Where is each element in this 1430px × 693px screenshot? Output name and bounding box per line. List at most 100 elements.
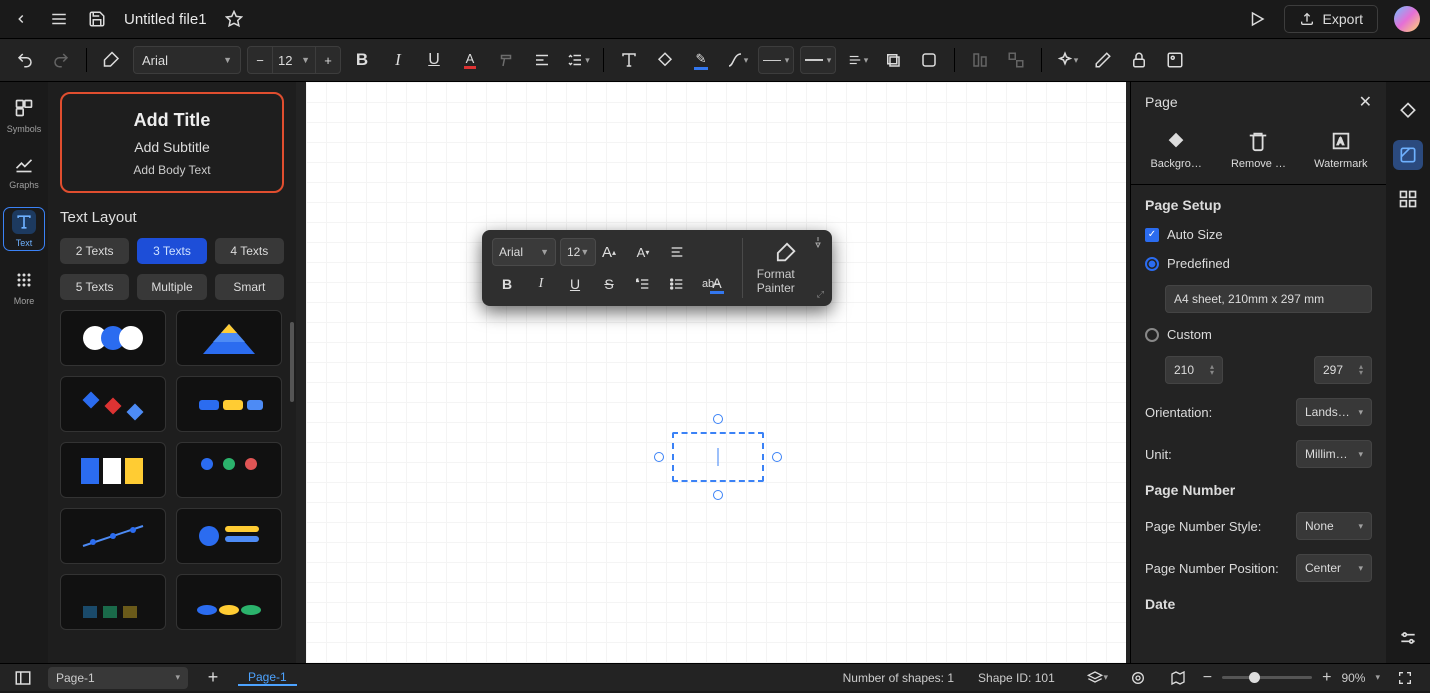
add-title-button[interactable]: Add Title <box>134 110 211 131</box>
rail-text[interactable]: Text <box>4 208 44 250</box>
zoom-slider[interactable] <box>1222 676 1312 679</box>
zoom-value[interactable]: 90% <box>1341 671 1365 685</box>
predefined-row[interactable]: Predefined <box>1145 256 1372 271</box>
settings-button[interactable] <box>1393 623 1423 653</box>
italic-button[interactable]: I <box>383 45 413 75</box>
undo-button[interactable] <box>10 45 40 75</box>
increase-font-button[interactable]: + <box>315 46 341 74</box>
chip-5-texts[interactable]: 5 Texts <box>60 274 129 300</box>
group-button[interactable] <box>1001 45 1031 75</box>
predefined-radio[interactable] <box>1145 257 1159 271</box>
menu-button[interactable] <box>48 8 70 30</box>
layout-thumb[interactable] <box>60 376 166 432</box>
ctx-underline[interactable]: U <box>560 270 590 298</box>
ctx-bold[interactable]: B <box>492 270 522 298</box>
ctx-align[interactable] <box>662 238 692 266</box>
ctx-ordered-list[interactable]: 1 <box>628 270 658 298</box>
back-button[interactable] <box>10 8 32 30</box>
page-tab[interactable]: Page-1 <box>238 670 297 686</box>
predefined-select[interactable]: A4 sheet, 210mm x 297 mm <box>1165 285 1372 313</box>
resize-handle-e[interactable] <box>772 452 782 462</box>
selected-textbox[interactable] <box>672 432 764 482</box>
play-icon[interactable] <box>1246 8 1268 30</box>
tab-watermark[interactable]: A Watermark <box>1300 130 1382 170</box>
chip-3-texts[interactable]: 3 Texts <box>137 238 206 264</box>
layout-thumb[interactable] <box>60 574 166 630</box>
ctx-decrease-font[interactable]: A▾ <box>628 238 658 266</box>
save-icon[interactable] <box>86 8 108 30</box>
layout-thumb[interactable] <box>60 310 166 366</box>
auto-size-row[interactable]: ✓ Auto Size <box>1145 227 1372 242</box>
format-painter-button[interactable] <box>97 45 127 75</box>
custom-row[interactable]: Custom <box>1145 327 1372 342</box>
chip-smart[interactable]: Smart <box>215 274 284 300</box>
font-size-field[interactable]: 12 ▼ <box>273 46 315 74</box>
orientation-select[interactable]: Lands…▾ <box>1296 398 1372 426</box>
bold-button[interactable]: B <box>347 45 377 75</box>
layers-status-button[interactable]: ▾ <box>1083 663 1113 693</box>
tab-remove[interactable]: Remove … <box>1218 130 1300 170</box>
clear-format-button[interactable] <box>491 45 521 75</box>
align-objects-button[interactable] <box>965 45 995 75</box>
panel-toggle-button[interactable] <box>8 663 38 693</box>
ctx-increase-font[interactable]: A▴ <box>594 238 624 266</box>
page-select[interactable]: Page-1▾ <box>48 667 188 689</box>
layout-thumb[interactable] <box>176 376 282 432</box>
layout-thumb[interactable] <box>176 574 282 630</box>
fullscreen-button[interactable] <box>1390 663 1420 693</box>
chip-multiple[interactable]: Multiple <box>137 274 206 300</box>
tab-background[interactable]: Backgro… <box>1135 130 1217 170</box>
ctx-strike[interactable]: S <box>594 270 624 298</box>
layout-thumb[interactable] <box>176 442 282 498</box>
line-height-button[interactable]: ▾ <box>563 45 593 75</box>
page-height-field[interactable]: 297▴▾ <box>1314 356 1372 384</box>
close-panel-button[interactable]: ✕ <box>1359 92 1372 112</box>
auto-size-checkbox[interactable]: ✓ <box>1145 228 1159 242</box>
layout-thumb[interactable] <box>60 508 166 564</box>
scrollbar[interactable] <box>290 322 294 402</box>
expand-icon[interactable]: ⤢ <box>817 289 824 300</box>
chip-2-texts[interactable]: 2 Texts <box>60 238 129 264</box>
ai-button[interactable]: ▾ <box>1052 45 1082 75</box>
chip-4-texts[interactable]: 4 Texts <box>215 238 284 264</box>
rail-more[interactable]: More <box>4 268 44 306</box>
font-color-button[interactable]: A <box>455 45 485 75</box>
connector-button[interactable]: ▾ <box>722 45 752 75</box>
layers-button[interactable] <box>1160 45 1190 75</box>
ctx-font-color[interactable]: A <box>702 270 732 298</box>
lock-button[interactable] <box>1124 45 1154 75</box>
ctx-font-family[interactable]: Arial▼ <box>492 238 556 266</box>
radius-button[interactable] <box>914 45 944 75</box>
redo-button[interactable] <box>46 45 76 75</box>
arrow-style-button[interactable]: ▾ <box>842 45 872 75</box>
grid-view-button[interactable] <box>1393 184 1423 214</box>
pin-icon[interactable] <box>812 236 824 248</box>
layout-thumb[interactable] <box>176 310 282 366</box>
canvas-area[interactable]: Arial▼ 12▼ A▴ A▾ B I U S 1 ab↵ A <box>296 82 1130 663</box>
ctx-italic[interactable]: I <box>526 270 556 298</box>
shadow-button[interactable] <box>878 45 908 75</box>
ctx-font-size[interactable]: 12▼ <box>560 238 596 266</box>
line-weight-select[interactable]: ▾ <box>800 46 836 74</box>
page-width-field[interactable]: 210▴▾ <box>1165 356 1223 384</box>
focus-button[interactable] <box>1123 663 1153 693</box>
text-tool-button[interactable] <box>614 45 644 75</box>
pn-pos-select[interactable]: Center▾ <box>1296 554 1372 582</box>
resize-handle-n[interactable] <box>713 414 723 424</box>
layout-thumb[interactable] <box>176 508 282 564</box>
highlight-button[interactable]: ✎ <box>686 45 716 75</box>
underline-button[interactable]: U <box>419 45 449 75</box>
line-style-select[interactable]: ▾ <box>758 46 794 74</box>
align-button[interactable] <box>527 45 557 75</box>
theme-button[interactable] <box>1393 96 1423 126</box>
page-canvas[interactable] <box>306 82 1126 663</box>
add-body-button[interactable]: Add Body Text <box>133 163 210 177</box>
pn-style-select[interactable]: None▾ <box>1296 512 1372 540</box>
fill-button[interactable] <box>650 45 680 75</box>
layout-thumb[interactable] <box>60 442 166 498</box>
star-icon[interactable] <box>223 8 245 30</box>
decrease-font-button[interactable]: − <box>247 46 273 74</box>
zoom-in-button[interactable]: + <box>1322 669 1331 687</box>
add-page-button[interactable]: + <box>198 663 228 693</box>
resize-handle-s[interactable] <box>713 490 723 500</box>
